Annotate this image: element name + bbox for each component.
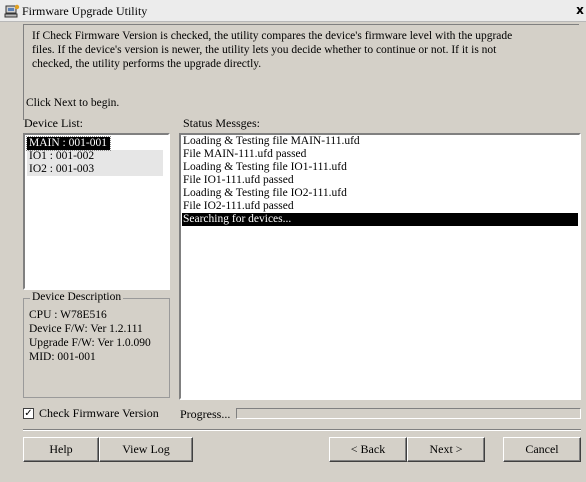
device-list-label: Device List: [24, 116, 83, 130]
instructions-line: If Check Firmware Version is checked, th… [32, 30, 513, 42]
status-line-current: Searching for devices... [182, 213, 578, 226]
cancel-button[interactable]: Cancel [503, 437, 581, 462]
device-list-item[interactable]: IO1 : 001-002 [27, 150, 163, 163]
status-messages-label: Status Messges: [183, 116, 261, 130]
status-line: File MAIN-111.ufd passed [183, 148, 307, 160]
close-button[interactable]: x [573, 2, 586, 18]
instructions-panel: If Check Firmware Version is checked, th… [23, 24, 579, 120]
back-button[interactable]: < Back [329, 437, 407, 462]
next-button[interactable]: Next > [407, 437, 485, 462]
upgrade-firmware-version: Upgrade F/W: Ver 1.0.090 [29, 337, 151, 349]
device-cpu: CPU : W78E516 [29, 309, 107, 321]
check-firmware-label[interactable]: Check Firmware Version [39, 406, 159, 421]
device-description-lines: CPU : W78E516 Device F/W: Ver 1.2.111 Up… [29, 308, 151, 364]
status-line: Loading & Testing file MAIN-111.ufd [183, 135, 360, 147]
device-firmware-version: Device F/W: Ver 1.2.111 [29, 323, 143, 335]
status-line: Loading & Testing file IO1-111.ufd [183, 161, 347, 173]
device-description-group: Device Description CPU : W78E516 Device … [23, 291, 170, 398]
device-list-item[interactable]: MAIN : 001-001 [26, 136, 111, 151]
button-divider [23, 429, 581, 431]
view-log-button[interactable]: View Log [99, 437, 193, 462]
check-firmware-checkbox[interactable]: ✓ [23, 407, 34, 419]
computer-icon [4, 4, 20, 18]
status-line: Loading & Testing file IO2-111.ufd [183, 187, 347, 199]
device-description-legend: Device Description [30, 291, 124, 303]
progress-label: Progress... [180, 407, 231, 421]
device-mid: MID: 001-001 [29, 351, 96, 363]
status-line: File IO1-111.ufd passed [183, 174, 294, 186]
check-firmware-row[interactable]: ✓ Check Firmware Version [23, 406, 159, 420]
device-list-item[interactable]: IO2 : 001-003 [27, 163, 163, 176]
firmware-upgrade-window: Firmware Upgrade Utility x If Check Firm… [0, 0, 586, 482]
instructions-line: checked, the utility performs the upgrad… [32, 58, 262, 70]
title-bar[interactable]: Firmware Upgrade Utility x [0, 0, 586, 22]
status-messages-box[interactable]: Loading & Testing file MAIN-111.ufd File… [179, 133, 581, 400]
help-button[interactable]: Help [23, 437, 99, 462]
instructions-line: files. If the device's version is newer,… [32, 44, 497, 56]
status-line: File IO2-111.ufd passed [183, 200, 294, 212]
click-next-hint: Click Next to begin. [26, 97, 120, 109]
progress-bar [236, 408, 581, 419]
device-list[interactable]: MAIN : 001-001 IO1 : 001-002 IO2 : 001-0… [23, 133, 170, 290]
window-title: Firmware Upgrade Utility [22, 4, 148, 18]
instructions-text: If Check Firmware Version is checked, th… [32, 29, 572, 71]
